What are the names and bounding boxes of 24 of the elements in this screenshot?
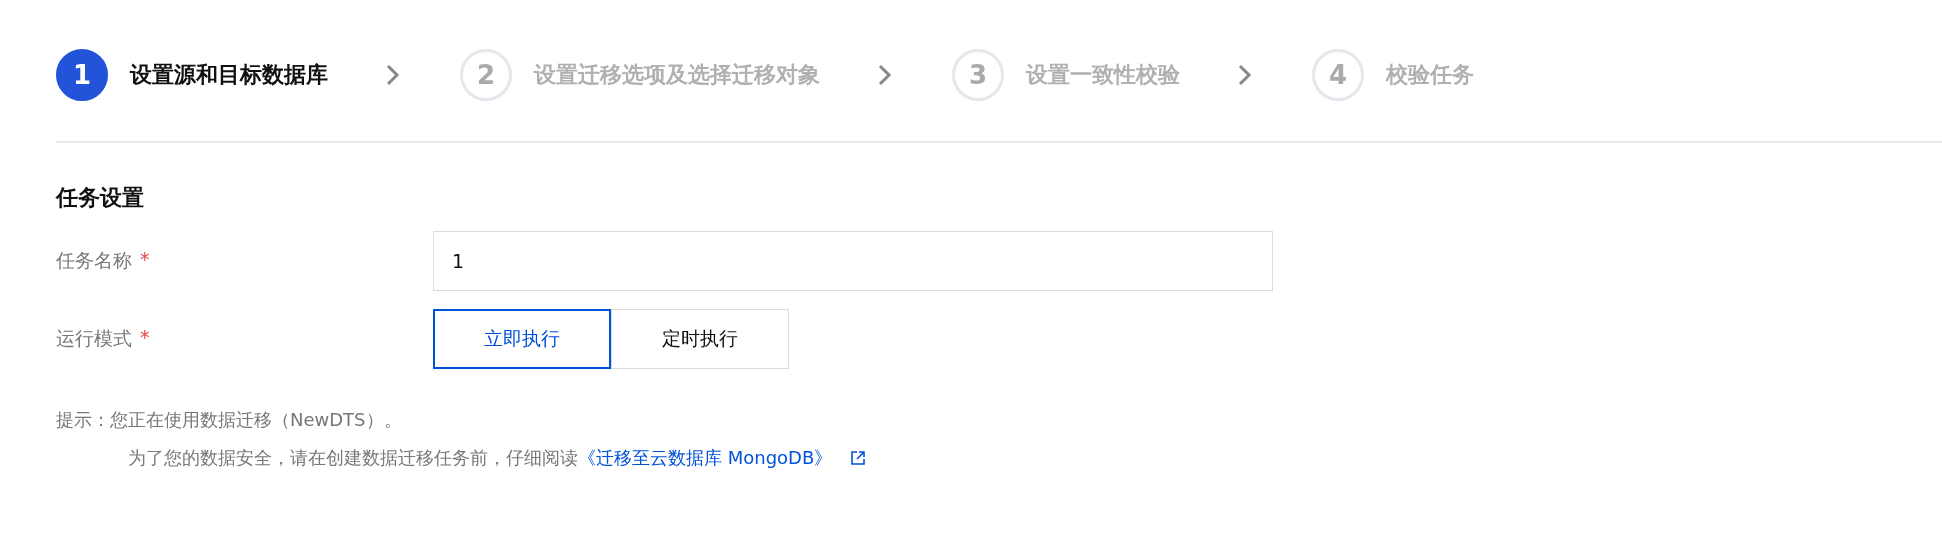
step-number: 4 <box>1312 49 1364 101</box>
step-number: 3 <box>952 49 1004 101</box>
tip-prefix: 提示： <box>56 409 110 430</box>
chevron-right-icon <box>386 64 400 86</box>
mode-option[interactable]: 定时执行 <box>611 309 789 369</box>
step-label: 设置源和目标数据库 <box>130 61 328 89</box>
task-name-field[interactable]: 1 <box>433 231 1273 291</box>
section-title: 任务设置 <box>56 184 145 212</box>
field-label: 运行模式 <box>56 326 132 351</box>
chevron-right-icon <box>1238 64 1252 86</box>
chevron-right-icon <box>878 64 892 86</box>
guide-link[interactable]: 《迁移至云数据库 MongoDB》 <box>578 439 833 477</box>
step-number: 1 <box>56 49 108 101</box>
tip-text: 您正在使用数据迁移（NewDTS）。 <box>110 409 402 430</box>
required-mark: * <box>140 326 150 350</box>
field-label: 任务名称 <box>56 248 132 273</box>
step-label: 设置迁移选项及选择迁移对象 <box>534 61 820 89</box>
step-label: 设置一致性校验 <box>1026 61 1180 89</box>
step-label: 校验任务 <box>1386 61 1474 89</box>
required-mark: * <box>140 248 150 272</box>
tip-text: 为了您的数据安全，请在创建数据迁移任务前，仔细阅读 <box>128 446 578 470</box>
external-link-icon[interactable] <box>850 450 867 466</box>
mode-option[interactable]: 立即执行 <box>433 309 611 369</box>
step-number: 2 <box>460 49 512 101</box>
